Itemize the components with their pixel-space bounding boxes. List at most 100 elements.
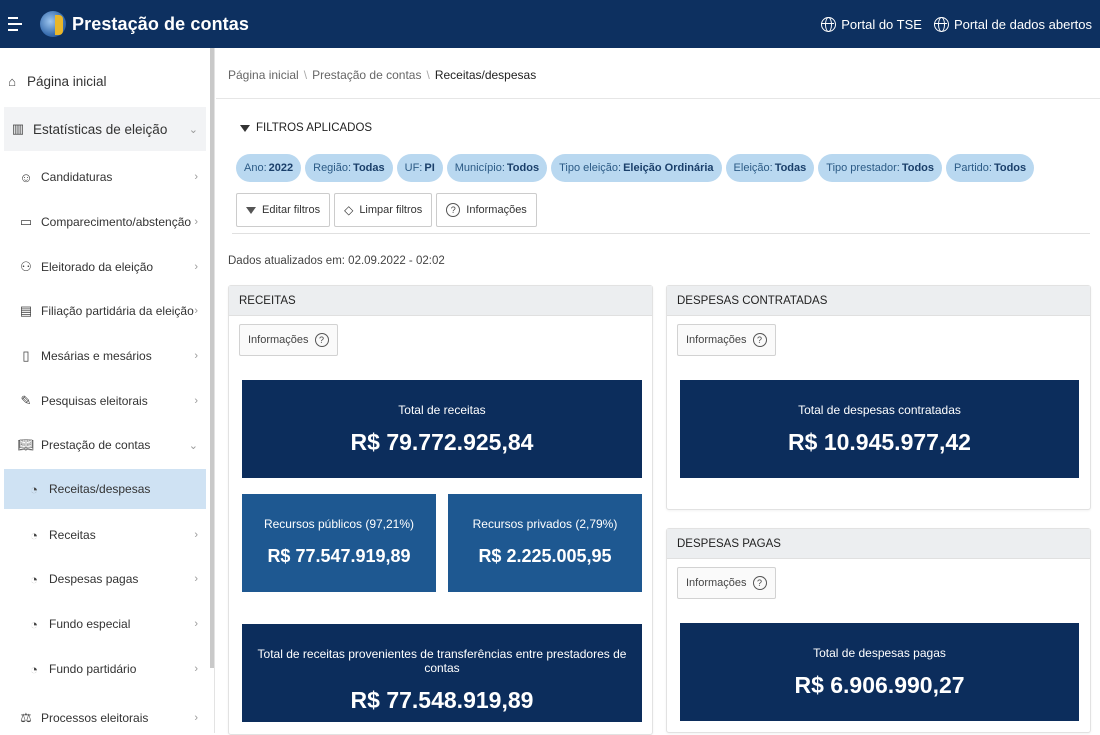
sidebar-item-label: Fundo especial — [49, 617, 131, 631]
edit-filters-button[interactable]: Editar filtros — [236, 193, 331, 227]
recursos-publicos-label: Recursos públicos (97,21%) — [263, 517, 415, 531]
chip-key: Ano: — [244, 162, 267, 174]
sidebar-item-estatisticas[interactable]: ▥ Estatísticas de eleição ⌄ — [4, 107, 206, 151]
filter-chip-regiao[interactable]: Região: Todas — [305, 154, 393, 182]
sidebar-item-processos[interactable]: ⚖ Processos eleitorais › — [18, 708, 206, 728]
clear-filters-button[interactable]: ◇ Limpar filtros — [334, 193, 433, 227]
sidebar-item-pesquisas[interactable]: ✎ Pesquisas eleitorais › — [18, 391, 206, 411]
info-filters-label: Informações — [466, 204, 527, 216]
sidebar-scrollbar[interactable] — [210, 48, 214, 668]
globe-icon — [821, 16, 837, 32]
filter-chip-eleicao[interactable]: Eleição: Todas — [725, 154, 815, 182]
transferencias-label: Total de receitas provenientes de transf… — [257, 647, 627, 675]
pagas-info-button[interactable]: Informações ? — [677, 567, 776, 599]
sidebar-item-label: Comparecimento/abstenção — [41, 215, 192, 229]
transferencias-value: R$ 77.548.919,89 — [350, 687, 534, 713]
tse-logo — [40, 11, 66, 37]
chevron-right-icon: › — [194, 529, 198, 541]
chip-value: PI — [424, 162, 435, 174]
chevron-down-icon: ⌄ — [188, 123, 198, 136]
main-content: Página inicial \ Prestação de contas \ Recei… — [216, 48, 1100, 735]
sidebar-item-label: Receitas — [49, 528, 96, 542]
sidebar-item-comparecimento[interactable]: ▭ Comparecimento/abstenção › — [18, 212, 206, 232]
recursos-publicos-card: Recursos públicos (97,21%) R$ 77.547.919… — [242, 494, 436, 592]
sidebar-item-candidaturas[interactable]: ☺ Candidaturas › — [18, 167, 206, 187]
sidebar-item-despesas-pagas[interactable]: ◔ Despesas pagas › — [4, 569, 206, 589]
breadcrumb-home[interactable]: Página inicial — [228, 68, 299, 82]
sidebar-item-mesarios[interactable]: ▯ Mesárias e mesários › — [18, 346, 206, 366]
edit-icon: ✎ — [20, 393, 32, 408]
total-receitas-value: R$ 79.772.925,84 — [350, 429, 534, 455]
chip-key: Eleição: — [733, 162, 773, 174]
despesas-pagas-panel: DESPESAS PAGAS Informações ? Total de de… — [666, 528, 1091, 733]
portal-dados-abertos-link[interactable]: Portal de dados abertos — [933, 16, 1092, 32]
chip-key: Tipo prestador: — [826, 162, 900, 174]
sidebar-item-home[interactable]: ⌂ Página inicial — [4, 69, 206, 93]
menu-icon[interactable] — [8, 13, 30, 35]
filter-chips: Ano: 2022 Região: Todas UF: PI Município: To… — [236, 154, 1035, 182]
transferencias-card: Total de receitas provenientes de transf… — [242, 624, 642, 722]
chevron-down-icon: ⌄ — [188, 439, 198, 452]
filter-chip-municipio[interactable]: Município: Todos — [446, 154, 548, 182]
filter-chip-ano[interactable]: Ano: 2022 — [236, 154, 302, 182]
question-icon: ? — [752, 576, 767, 590]
portal-tse-link[interactable]: Portal do TSE — [821, 16, 922, 32]
chevron-right-icon: › — [194, 350, 198, 362]
gauge-icon: ◔ — [30, 571, 38, 587]
recursos-privados-card: Recursos privados (2,79%) R$ 2.225.005,9… — [448, 494, 642, 592]
globe-icon — [933, 16, 949, 32]
despesas-pagas-title: DESPESAS PAGAS — [667, 529, 1090, 559]
info-filters-button[interactable]: ? Informações — [436, 193, 537, 227]
sidebar-item-receitas[interactable]: ◔ Receitas › — [4, 525, 206, 545]
chip-value: Todos — [506, 162, 540, 174]
total-receitas-card: Total de receitas R$ 79.772.925,84 — [242, 380, 642, 478]
sidebar-item-fundo-partidario[interactable]: ◔ Fundo partidário › — [4, 659, 206, 679]
sidebar-item-receitas-despesas[interactable]: ◔ Receitas/despesas — [4, 469, 206, 509]
chevron-right-icon: › — [194, 261, 198, 273]
filter-chip-tipo-eleicao[interactable]: Tipo eleição: Eleição Ordinária — [551, 154, 722, 182]
filter-chip-partido[interactable]: Partido: Todos — [946, 154, 1035, 182]
recursos-publicos-value: R$ 77.547.919,89 — [267, 546, 411, 566]
sidebar-item-label: Fundo partidário — [49, 662, 137, 676]
sidebar-item-label: Despesas pagas — [49, 572, 139, 586]
portal-dados-label: Portal de dados abertos — [953, 16, 1092, 32]
filters-section: FILTROS APLICADOS Ano: 2022 Região: Todas … — [232, 116, 1090, 234]
chip-key: Partido: — [954, 162, 992, 174]
sidebar-item-fundo-especial[interactable]: ◔ Fundo especial › — [4, 614, 206, 634]
total-contratadas-label: Total de despesas contratadas — [798, 403, 961, 417]
chip-key: Tipo eleição: — [559, 162, 622, 174]
sidebar-item-label: Página inicial — [27, 73, 107, 89]
app-title: Prestação de contas — [72, 13, 249, 34]
filter-icon — [246, 206, 256, 214]
chip-value: Todas — [774, 162, 807, 174]
contratadas-info-button[interactable]: Informações ? — [677, 324, 776, 356]
sidebar: ⌂ Página inicial ▥ Estatísticas de eleiç… — [0, 48, 215, 733]
receitas-panel-title: RECEITAS — [229, 286, 652, 316]
chip-value: 2022 — [268, 162, 294, 174]
sidebar-item-label: Processos eleitorais — [41, 711, 149, 725]
total-contratadas-value: R$ 10.945.977,42 — [788, 429, 971, 455]
chip-value: Todos — [993, 162, 1027, 174]
sidebar-item-eleitorado[interactable]: ⚇ Eleitorado da eleição › — [18, 257, 206, 277]
filter-chip-tipo-prestador[interactable]: Tipo prestador: Todos — [818, 154, 943, 182]
total-pagas-label: Total de despesas pagas — [813, 646, 946, 660]
total-pagas-card: Total de despesas pagas R$ 6.906.990,27 — [680, 623, 1079, 721]
breadcrumb-section[interactable]: Prestação de contas — [312, 68, 421, 82]
info-label: Informações — [686, 577, 747, 589]
sidebar-item-filiacao[interactable]: ▤ Filiação partidária da eleição › — [18, 301, 206, 321]
gauge-icon: ◔ — [30, 527, 38, 543]
chip-value: Todas — [353, 162, 385, 174]
receitas-info-button[interactable]: Informações ? — [239, 324, 338, 356]
gauge-icon: ◔ — [30, 616, 38, 632]
filter-chip-uf[interactable]: UF: PI — [396, 154, 443, 182]
clear-filters-label: Limpar filtros — [359, 204, 423, 216]
eraser-icon: ◇ — [344, 203, 354, 217]
sidebar-item-label: Pesquisas eleitorais — [41, 394, 148, 408]
gauge-icon: ◔ — [30, 481, 38, 497]
edit-filters-label: Editar filtros — [262, 204, 321, 216]
despesas-contratadas-title: DESPESAS CONTRATADAS — [667, 286, 1090, 316]
question-icon: ? — [314, 333, 329, 347]
chevron-right-icon: › — [194, 573, 198, 585]
divider — [216, 98, 1100, 99]
sidebar-item-prestacao[interactable]: 📖︎ Prestação de contas ⌄ — [18, 435, 206, 455]
